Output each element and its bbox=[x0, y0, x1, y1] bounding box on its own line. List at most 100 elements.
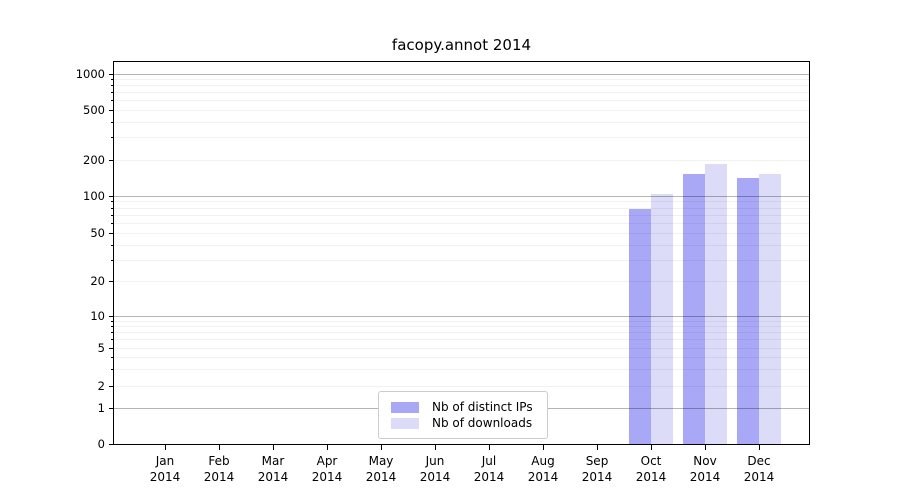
x-tick-label: Jan 2014 bbox=[138, 453, 192, 485]
legend-swatch-downloads bbox=[391, 417, 419, 429]
x-label-line: 2014 bbox=[473, 470, 505, 484]
x-tick bbox=[489, 445, 490, 450]
y-tick-label: 2 bbox=[97, 378, 105, 393]
x-label-line: Jul bbox=[481, 454, 497, 468]
x-label-line: Jun bbox=[425, 454, 445, 468]
x-tick-label: Sep 2014 bbox=[570, 453, 624, 485]
bar-downloads-nov bbox=[705, 163, 727, 444]
gridline-minor bbox=[114, 208, 809, 209]
y-minor-tick bbox=[111, 223, 113, 224]
y-minor-tick bbox=[111, 260, 113, 261]
y-minor-tick bbox=[111, 79, 113, 80]
x-label-line: 2014 bbox=[365, 470, 397, 484]
y-tick-label: 1000 bbox=[75, 66, 105, 81]
x-tick bbox=[759, 445, 760, 450]
x-label-line: 2014 bbox=[635, 470, 667, 484]
y-tick-label: 0 bbox=[97, 436, 105, 451]
y-minor-tick bbox=[111, 321, 113, 322]
x-label-line: 2014 bbox=[419, 470, 451, 484]
x-label-line: Nov bbox=[693, 454, 717, 468]
gridline-minor bbox=[114, 100, 809, 101]
chart-title: facopy.annot 2014 bbox=[391, 36, 532, 54]
y-tick bbox=[109, 444, 113, 445]
y-tick-label: 50 bbox=[90, 226, 105, 240]
gridline-minor bbox=[114, 348, 809, 349]
y-minor-tick bbox=[111, 339, 113, 340]
y-tick-label: 100 bbox=[83, 188, 105, 203]
y-minor-tick bbox=[111, 326, 113, 327]
y-tick bbox=[109, 316, 113, 317]
gridline-minor bbox=[114, 233, 809, 234]
gridline-major bbox=[114, 316, 809, 317]
y-minor-tick bbox=[111, 122, 113, 123]
y-tick bbox=[109, 408, 113, 409]
y-minor-tick bbox=[111, 369, 113, 370]
x-tick-label: Mar 2014 bbox=[246, 453, 300, 485]
gridline-minor bbox=[114, 326, 809, 327]
x-label-line: Sep bbox=[585, 454, 609, 468]
legend-label-downloads: Nb of downloads bbox=[432, 416, 533, 430]
gridline-minor bbox=[114, 223, 809, 224]
y-minor-tick bbox=[111, 208, 113, 209]
x-tick-label: Dec 2014 bbox=[732, 453, 786, 485]
y-tick-label: 200 bbox=[83, 152, 105, 167]
x-label-line: 2014 bbox=[581, 470, 613, 484]
gridline-minor bbox=[114, 215, 809, 216]
x-tick-label: Aug 2014 bbox=[516, 453, 570, 485]
x-tick-label: May 2014 bbox=[354, 453, 408, 485]
gridline-minor bbox=[114, 85, 809, 86]
gridline-minor bbox=[114, 92, 809, 93]
x-label-line: 2014 bbox=[689, 470, 721, 484]
y-tick bbox=[109, 348, 113, 349]
x-tick bbox=[705, 445, 706, 450]
gridline-minor bbox=[114, 137, 809, 138]
x-tick bbox=[165, 445, 166, 450]
x-label-line: 2014 bbox=[257, 470, 289, 484]
x-label-line: 2014 bbox=[311, 470, 343, 484]
bar-downloads-oct bbox=[651, 194, 673, 444]
bar-ips-dec bbox=[737, 178, 759, 444]
x-tick bbox=[273, 445, 274, 450]
gridline-major bbox=[114, 196, 809, 197]
x-tick-label: Oct 2014 bbox=[624, 453, 678, 485]
x-tick bbox=[219, 445, 220, 450]
x-label-line: 2014 bbox=[203, 470, 235, 484]
gridline-minor bbox=[114, 160, 809, 161]
y-minor-tick bbox=[111, 92, 113, 93]
y-minor-tick bbox=[111, 332, 113, 333]
y-minor-tick bbox=[111, 85, 113, 86]
gridline-minor bbox=[114, 245, 809, 246]
x-label-line: Dec bbox=[747, 454, 771, 468]
gridline-minor bbox=[114, 339, 809, 340]
y-tick-label: 10 bbox=[90, 309, 105, 323]
x-tick bbox=[435, 445, 436, 450]
y-tick bbox=[109, 386, 113, 387]
x-label-line: May bbox=[368, 454, 394, 468]
x-label-line: Apr bbox=[316, 454, 338, 468]
y-tick bbox=[109, 281, 113, 282]
gridline-minor bbox=[114, 281, 809, 282]
gridline-minor bbox=[114, 79, 809, 80]
gridline-minor bbox=[114, 110, 809, 111]
y-minor-tick bbox=[111, 137, 113, 138]
y-minor-tick bbox=[111, 245, 113, 246]
y-minor-tick bbox=[111, 357, 113, 358]
y-tick-label: 20 bbox=[90, 274, 105, 288]
y-tick bbox=[109, 196, 113, 197]
gridline-minor bbox=[114, 386, 809, 387]
y-minor-tick bbox=[111, 100, 113, 101]
y-tick bbox=[109, 233, 113, 234]
x-tick bbox=[543, 445, 544, 450]
gridline-minor bbox=[114, 332, 809, 333]
gridline-major bbox=[114, 74, 809, 75]
legend-label-distinct-ips: Nb of distinct IPs bbox=[432, 400, 533, 414]
x-tick-label: Jun 2014 bbox=[408, 453, 462, 485]
x-label-line: Jan bbox=[155, 454, 175, 468]
x-tick-label: Feb 2014 bbox=[192, 453, 246, 485]
gridline-minor bbox=[114, 122, 809, 123]
x-tick-label: Nov 2014 bbox=[678, 453, 732, 485]
x-tick bbox=[651, 445, 652, 450]
legend-item-downloads: Nb of downloads bbox=[391, 416, 535, 430]
x-label-line: 2014 bbox=[527, 470, 559, 484]
y-tick bbox=[109, 160, 113, 161]
